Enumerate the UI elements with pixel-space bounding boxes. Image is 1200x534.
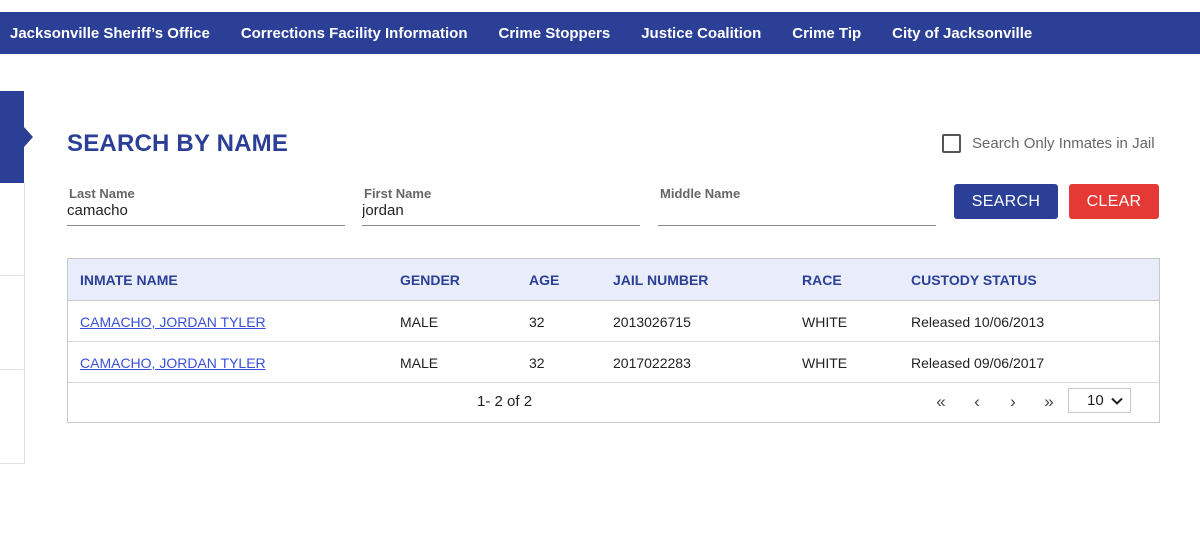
page-title: SEARCH BY NAME xyxy=(67,130,289,157)
column-header-custody-status[interactable]: CUSTODY STATUS xyxy=(911,272,1037,288)
middle-name-field: Middle Name xyxy=(658,186,936,226)
next-page-icon[interactable]: › xyxy=(1002,391,1024,413)
first-name-field: First Name xyxy=(362,186,640,226)
column-header-inmate-name[interactable]: INMATE NAME xyxy=(80,272,178,288)
jail-number-cell: 2013026715 xyxy=(613,314,691,330)
nav-link-corrections-facility[interactable]: Corrections Facility Information xyxy=(241,25,468,42)
last-name-label: Last Name xyxy=(69,186,135,201)
custody-status-cell: Released 10/06/2013 xyxy=(911,314,1045,330)
nav-link-justice-coalition[interactable]: Justice Coalition xyxy=(641,25,761,42)
last-page-icon[interactable]: » xyxy=(1038,391,1060,413)
side-menu-active-tab[interactable] xyxy=(0,91,24,183)
clear-button[interactable]: CLEAR xyxy=(1069,184,1159,219)
page-size-select[interactable]: 10 xyxy=(1068,388,1131,413)
nav-link-crime-tip[interactable]: Crime Tip xyxy=(792,25,861,42)
nav-link-crime-stoppers[interactable]: Crime Stoppers xyxy=(499,25,611,42)
results-table: INMATE NAME GENDER AGE JAIL NUMBER RACE … xyxy=(67,258,1160,423)
table-pager: 1- 2 of 2 « ‹ › » 10 xyxy=(68,383,1159,421)
side-menu-divider xyxy=(0,275,23,276)
table-row: CAMACHO, JORDAN TYLER MALE 32 2013026715… xyxy=(68,301,1159,342)
top-navbar: Jacksonville Sheriff’s Office Correction… xyxy=(0,12,1200,54)
nav-link-sheriffs-office[interactable]: Jacksonville Sheriff’s Office xyxy=(10,25,210,42)
column-header-age[interactable]: AGE xyxy=(529,272,559,288)
custody-status-cell: Released 09/06/2017 xyxy=(911,355,1045,371)
age-cell: 32 xyxy=(529,355,545,371)
age-cell: 32 xyxy=(529,314,545,330)
side-menu-divider xyxy=(0,369,23,370)
race-cell: WHITE xyxy=(802,314,848,330)
search-button[interactable]: SEARCH xyxy=(954,184,1058,219)
column-header-race[interactable]: RACE xyxy=(802,272,842,288)
last-name-field: Last Name xyxy=(67,186,345,226)
column-header-jail-number[interactable]: JAIL NUMBER xyxy=(613,272,708,288)
inmate-name-link[interactable]: CAMACHO, JORDAN TYLER xyxy=(80,314,266,330)
jail-number-cell: 2017022283 xyxy=(613,355,691,371)
first-name-label: First Name xyxy=(364,186,432,201)
side-tab-arrow-icon xyxy=(24,127,33,147)
middle-name-label: Middle Name xyxy=(660,186,741,201)
table-header: INMATE NAME GENDER AGE JAIL NUMBER RACE … xyxy=(68,259,1159,301)
jail-only-checkbox[interactable] xyxy=(942,134,961,153)
table-row: CAMACHO, JORDAN TYLER MALE 32 2017022283… xyxy=(68,342,1159,383)
gender-cell: MALE xyxy=(400,314,439,330)
chevron-down-icon xyxy=(1110,397,1123,405)
race-cell: WHITE xyxy=(802,355,848,371)
side-menu-panel xyxy=(0,183,25,464)
jail-only-label: Search Only Inmates in Jail xyxy=(972,135,1155,152)
column-header-gender[interactable]: GENDER xyxy=(400,272,460,288)
first-page-icon[interactable]: « xyxy=(930,391,952,413)
first-name-input[interactable] xyxy=(362,202,640,219)
page-size-value: 10 xyxy=(1087,392,1104,409)
last-name-input[interactable] xyxy=(67,202,345,219)
nav-link-city-of-jacksonville[interactable]: City of Jacksonville xyxy=(892,25,1032,42)
jail-only-toggle[interactable]: Search Only Inmates in Jail xyxy=(942,134,1155,153)
middle-name-input[interactable] xyxy=(658,202,936,219)
inmate-name-link[interactable]: CAMACHO, JORDAN TYLER xyxy=(80,355,266,371)
pager-info: 1- 2 of 2 xyxy=(477,393,533,410)
gender-cell: MALE xyxy=(400,355,439,371)
previous-page-icon[interactable]: ‹ xyxy=(966,391,988,413)
